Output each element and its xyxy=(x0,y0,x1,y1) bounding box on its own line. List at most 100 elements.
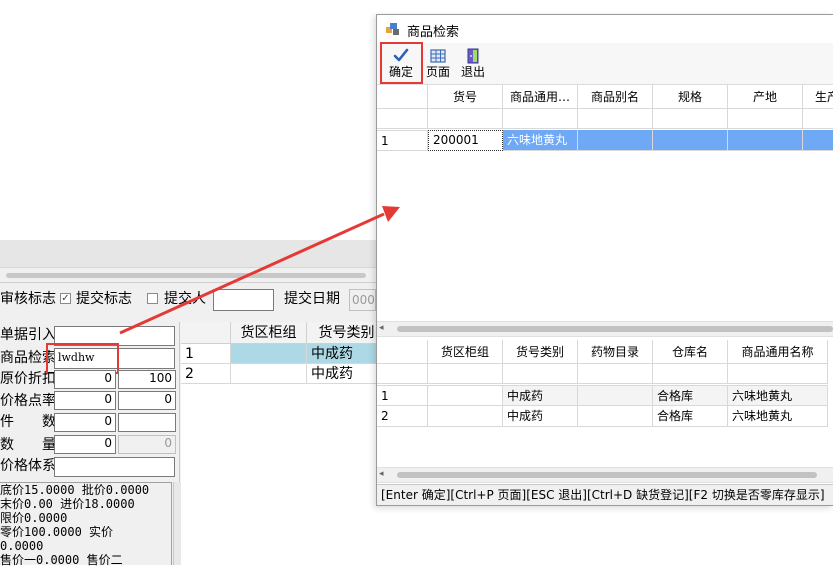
table-cell-generic-name[interactable]: 六味地黄丸 xyxy=(728,406,828,427)
filter-cell[interactable] xyxy=(728,109,803,129)
scrollbar-thumb[interactable] xyxy=(6,273,366,278)
col-header-generic-name[interactable]: 商品通用名称 xyxy=(728,340,828,364)
table-cell-catalog[interactable] xyxy=(578,406,653,427)
grid-cell-category[interactable]: 中成药 xyxy=(307,364,387,384)
page-button-label: 页面 xyxy=(425,65,450,79)
col-header-generic-name[interactable]: 商品通用… xyxy=(503,85,578,109)
filter-cell[interactable] xyxy=(728,364,828,384)
exit-button-label: 退出 xyxy=(460,65,485,79)
orig-discount-label: 原价折扣 xyxy=(0,371,56,387)
grid-row-num[interactable]: 2 xyxy=(181,364,231,384)
filter-cell[interactable] xyxy=(503,109,578,129)
scroll-left-arrow-icon[interactable]: ◂ xyxy=(379,469,384,479)
table-cell-area[interactable] xyxy=(428,406,503,427)
price-markup-label: 价格点率 xyxy=(0,393,56,409)
submit-date-label: 提交日期 xyxy=(284,291,340,307)
submitter-input[interactable] xyxy=(213,289,274,311)
col-header-maker[interactable]: 生产 xyxy=(803,85,833,109)
grid-cell-category[interactable]: 中成药 xyxy=(307,344,387,364)
info-scrollbar[interactable] xyxy=(173,482,181,565)
grid-header-category[interactable]: 货号类别 xyxy=(307,322,387,344)
table-row-num[interactable]: 1 xyxy=(377,385,428,406)
col-header-rownum xyxy=(377,340,428,364)
filter-cell[interactable] xyxy=(578,364,653,384)
col-header-warehouse[interactable]: 仓库名 xyxy=(653,340,728,364)
filter-cell[interactable] xyxy=(377,364,428,384)
filter-cell[interactable] xyxy=(428,109,503,129)
price-markup-input[interactable]: 0 xyxy=(54,391,116,410)
scrollbar-thumb[interactable] xyxy=(397,326,833,332)
col-header-category[interactable]: 货号类别 xyxy=(503,340,578,364)
filter-cell[interactable] xyxy=(503,364,578,384)
submit-flag-label: 提交标志 xyxy=(76,291,132,307)
table-row-num[interactable]: 2 xyxy=(377,406,428,427)
exit-door-icon xyxy=(467,48,479,64)
quantity-input[interactable]: 0 xyxy=(54,435,116,454)
scroll-left-arrow-icon[interactable]: ◂ xyxy=(379,323,384,333)
table-cell-category[interactable]: 中成药 xyxy=(503,406,578,427)
filter-cell[interactable] xyxy=(377,109,428,129)
orig-discount-input-2[interactable]: 100 xyxy=(118,370,176,389)
grid-header-area[interactable]: 货区柜组 xyxy=(231,322,307,344)
price-system-input[interactable] xyxy=(54,457,175,477)
pieces-input-2[interactable] xyxy=(118,413,176,432)
col-header-origin[interactable]: 产地 xyxy=(728,85,803,109)
col-header-area[interactable]: 货区柜组 xyxy=(428,340,503,364)
info-line: 末价0.00 进价18.0000 xyxy=(0,497,135,511)
col-header-spec[interactable]: 规格 xyxy=(653,85,728,109)
table-cell-area[interactable] xyxy=(428,385,503,406)
table-cell-alias[interactable] xyxy=(578,130,653,151)
table-cell-code[interactable]: 200001 xyxy=(428,130,503,151)
pieces-input[interactable]: 0 xyxy=(54,413,116,432)
dialog-titlebar[interactable]: 商品检索 xyxy=(377,15,833,43)
filter-cell[interactable] xyxy=(803,109,833,129)
submitter-checkbox[interactable] xyxy=(147,293,158,304)
confirm-highlight-box xyxy=(380,42,423,84)
audit-flag-label: 审核标志 xyxy=(0,291,56,307)
grid-page-icon xyxy=(430,49,446,63)
col-header-code[interactable]: 货号 xyxy=(428,85,503,109)
scrollbar-thumb[interactable] xyxy=(397,472,817,478)
table-cell-maker[interactable] xyxy=(803,130,833,151)
pieces-label: 件 数 xyxy=(0,414,56,430)
background-grid: 货区柜组 货号类别 1 中成药 2 中成药 xyxy=(181,322,387,565)
submit-date-input[interactable]: 000 xyxy=(349,289,376,311)
shortcut-status-bar: [Enter 确定][Ctrl+P 页面][ESC 退出][Ctrl+D 缺货登… xyxy=(377,484,833,505)
quantity-input-2[interactable]: 0 xyxy=(118,435,176,454)
top-grid-horizontal-scrollbar[interactable]: ◂ xyxy=(377,321,833,337)
col-header-alias[interactable]: 商品别名 xyxy=(578,85,653,109)
table-row-num[interactable]: 1 xyxy=(377,130,428,151)
filter-cell[interactable] xyxy=(653,109,728,129)
grid-row-num[interactable]: 1 xyxy=(181,344,231,364)
col-header-catalog[interactable]: 药物目录 xyxy=(578,340,653,364)
submitter-label: 提交人 xyxy=(164,291,206,307)
col-header-rownum xyxy=(377,85,428,109)
table-cell-warehouse[interactable]: 合格库 xyxy=(653,385,728,406)
doc-import-label: 单据引入 xyxy=(0,327,56,343)
filter-cell[interactable] xyxy=(578,109,653,129)
price-markup-input-2[interactable]: 0 xyxy=(118,391,176,410)
dialog-toolbar: 确定 页面 退出 xyxy=(377,42,833,85)
table-cell-catalog[interactable] xyxy=(578,385,653,406)
bottom-grid-horizontal-scrollbar[interactable]: ◂ xyxy=(377,467,833,483)
filter-cell[interactable] xyxy=(428,364,503,384)
price-info-panel: 底价15.0000 批价0.0000 末价0.00 进价18.0000 限价0.… xyxy=(0,482,172,567)
table-cell-generic-name[interactable]: 六味地黄丸 xyxy=(503,130,578,151)
table-cell-origin[interactable] xyxy=(728,130,803,151)
grid-cell-area[interactable] xyxy=(231,344,307,364)
table-cell-generic-name[interactable]: 六味地黄丸 xyxy=(728,385,828,406)
table-cell-spec[interactable] xyxy=(653,130,728,151)
background-window-header xyxy=(0,240,376,268)
info-line: 零价100.0000 实价 xyxy=(0,525,114,539)
grid-cell-area[interactable] xyxy=(231,364,307,384)
submit-flag-checkbox[interactable]: ✓ xyxy=(60,293,71,304)
page-button[interactable]: 页面 xyxy=(422,43,454,83)
background-horizontal-scrollbar[interactable] xyxy=(0,268,376,283)
orig-discount-input[interactable]: 0 xyxy=(54,370,116,389)
table-cell-warehouse[interactable]: 合格库 xyxy=(653,406,728,427)
table-cell-category[interactable]: 中成药 xyxy=(503,385,578,406)
filter-cell[interactable] xyxy=(653,364,728,384)
app-icon xyxy=(386,23,399,35)
stock-location-grid: 货区柜组 货号类别 药物目录 仓库名 商品通用名称 1 中成药 合格库 六味地黄… xyxy=(377,340,833,484)
exit-button[interactable]: 退出 xyxy=(457,43,489,83)
